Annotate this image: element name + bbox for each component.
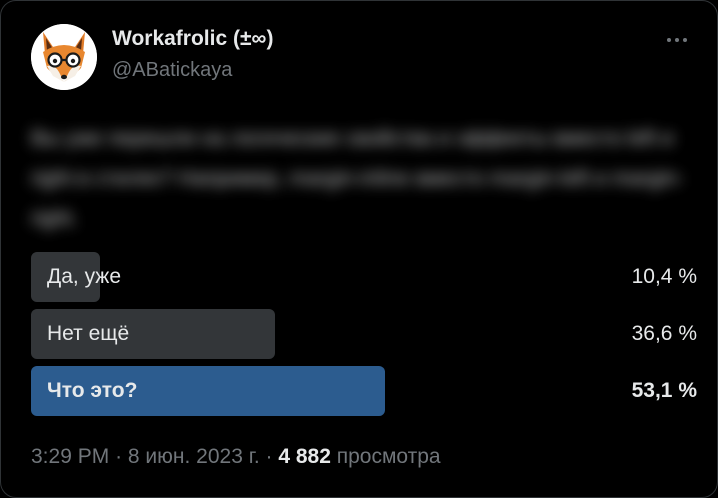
poll-option-label: Нет ещё [47, 322, 130, 345]
author-handle[interactable]: @ABatickaya [112, 59, 232, 82]
views-label[interactable]: просмотра [337, 445, 441, 468]
more-button[interactable] [657, 25, 697, 55]
poll-option-net-eshche[interactable]: Нет ещё 36,6 % [31, 309, 697, 359]
fox-with-glasses-icon [31, 24, 97, 90]
meta-separator: · [265, 445, 273, 468]
views-count[interactable]: 4 882 [278, 445, 331, 468]
more-dots-icon [667, 38, 687, 42]
meta-separator: · [115, 445, 123, 468]
tweet-card: Workafrolic (±∞) @ABatickaya Вы уже пере… [0, 0, 718, 498]
poll-option-label: Да, уже [47, 265, 122, 288]
tweet-time[interactable]: 3:29 PM [31, 445, 109, 468]
poll-option-label: Что это? [47, 379, 138, 402]
tweet-text-blurred: Вы уже перешли на логические свойства и … [31, 127, 684, 230]
poll-option-percent: 36,6 % [631, 322, 697, 345]
poll-option-percent: 10,4 % [631, 265, 697, 288]
avatar[interactable] [31, 24, 97, 90]
poll-option-da-uzhe[interactable]: Да, уже 10,4 % [31, 252, 697, 302]
poll-option-percent: 53,1 % [631, 379, 697, 402]
tweet-meta: 3:29 PM · 8 июн. 2023 г. · 4 882 просмот… [31, 445, 441, 469]
tweet-date[interactable]: 8 июн. 2023 г. [128, 445, 260, 468]
author-name[interactable]: Workafrolic (±∞) [112, 27, 273, 51]
poll-option-chto-eto[interactable]: Что это? 53,1 % [31, 366, 697, 416]
